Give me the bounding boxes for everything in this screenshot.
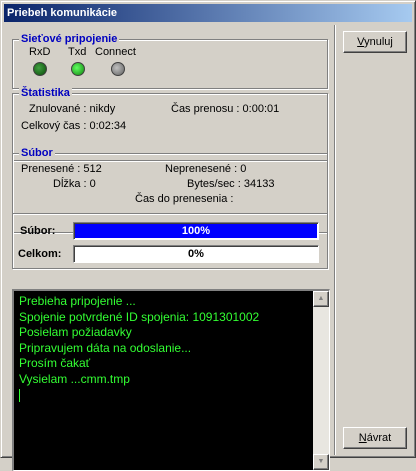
file-progress-text: 100%: [181, 225, 211, 237]
log-lines: Prebieha pripojenie ... Spojenie potvrde…: [19, 294, 307, 407]
not-transferred-count: Neprenesené : 0: [165, 163, 247, 175]
txd-label: Txd: [68, 46, 87, 58]
log-console[interactable]: Prebieha pripojenie ... Spojenie potvrde…: [12, 289, 330, 471]
log-scrollbar[interactable]: ▲ ▼: [313, 291, 329, 470]
reset-button-label: ynuluj: [364, 35, 393, 48]
connect-led-icon: [111, 62, 125, 76]
connection-group: Sieťové pripojenie RxD Txd Connect: [12, 32, 328, 89]
total-progress-text: 0%: [188, 248, 204, 260]
connect-label: Connect: [95, 46, 136, 58]
file-length: Dĺžka : 0: [53, 178, 96, 190]
remaining-time: Čas do prenesenia :: [135, 193, 234, 205]
back-button[interactable]: Návrat: [343, 427, 407, 449]
log-line: Posielam požiadavky: [19, 325, 132, 339]
log-line: Prebieha pripojenie ...: [19, 294, 136, 308]
log-line: Prosím čakať: [19, 356, 91, 370]
file-progress-bar: 100%: [73, 222, 319, 240]
main-pane: Sieťové pripojenie RxD Txd Connect Štati…: [4, 25, 334, 471]
scroll-down-icon[interactable]: ▼: [313, 454, 329, 470]
log-line: Pripravujem dáta na odoslanie...: [19, 340, 192, 355]
statistics-group: Štatistika Znulované : nikdy Čas prenosu…: [12, 86, 328, 161]
file-progress-label: Súbor:: [20, 225, 56, 237]
transfer-time: Čas prenosu : 0:00:01: [171, 103, 280, 115]
window-title: Priebeh komunikácie: [4, 4, 412, 22]
file-group-title: Súbor: [19, 146, 55, 160]
progress-group: Súbor: 100% Celkom: 0%: [12, 213, 328, 269]
transfer-rate: Bytes/sec : 34133: [187, 178, 275, 190]
log-caret-line: [19, 387, 307, 407]
rxd-label: RxD: [29, 46, 51, 58]
scroll-up-icon[interactable]: ▲: [313, 291, 329, 307]
reset-button[interactable]: Vynuluj: [343, 31, 407, 53]
connection-group-title: Sieťové pripojenie: [19, 32, 120, 46]
transferred-count: Prenesené : 512: [21, 163, 102, 175]
communication-window: Priebeh komunikácie Sieťové pripojenie R…: [0, 0, 416, 471]
total-time: Celkový čas : 0:02:34: [21, 120, 127, 132]
log-line: Vysielam ...cmm.tmp: [19, 371, 130, 386]
back-button-label: ávrat: [366, 431, 392, 444]
text-caret: [19, 389, 20, 402]
back-button-mnemonic: N: [358, 431, 367, 444]
statistics-group-title: Štatistika: [19, 86, 72, 100]
button-pane: Vynuluj Návrat: [334, 25, 414, 455]
log-line: Spojenie potvrdené ID spojenia: 10913010…: [19, 309, 260, 324]
total-progress-bar: 0%: [73, 245, 319, 263]
rxd-led-icon: [33, 62, 47, 76]
reset-info: Znulované : nikdy: [29, 103, 116, 115]
txd-led-icon: [71, 62, 85, 76]
total-progress-label: Celkom:: [18, 248, 62, 260]
